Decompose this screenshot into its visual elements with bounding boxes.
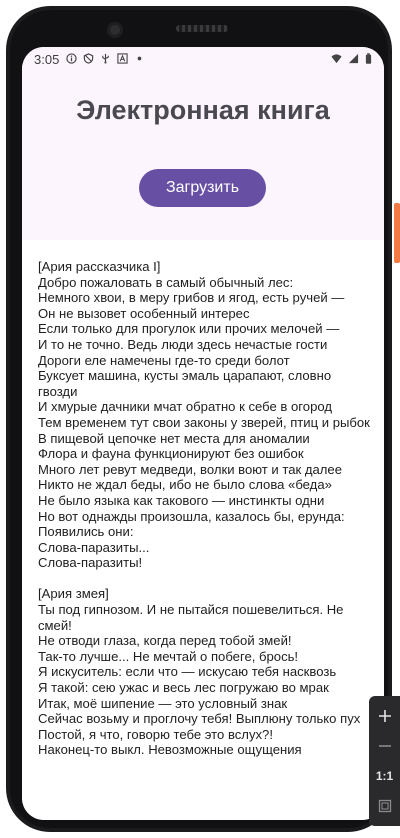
info-icon	[66, 53, 77, 64]
book-text-line: [Ария змея]	[38, 586, 109, 602]
fit-screen-button[interactable]	[369, 792, 400, 820]
phone-side-button	[394, 203, 400, 263]
zoom-out-button[interactable]	[369, 732, 400, 760]
book-text-line: И то не точно. Ведь люди здесь нечастые …	[38, 336, 328, 352]
book-text-line: Сейчас возьму и проглочу тебя! Выплюну т…	[38, 711, 361, 727]
emulator-toolbar: 1:1	[369, 696, 400, 826]
book-text-line: Наконец-то выкл. Невозможные ощущения	[38, 742, 302, 758]
book-text-line	[38, 571, 372, 587]
book-text-line: Добро пожаловать в самый обычный лес:	[38, 274, 294, 290]
book-text-line: Ты под гипнозом. И не пытайся пошевелить…	[38, 602, 348, 633]
device-screen: 3:05 Электронная книга Загрузить [Ария р…	[22, 47, 384, 820]
book-text-line: Я искуситель: если что — искусаю тебя на…	[38, 664, 337, 680]
book-text-line: Я такой: сею ужас и весь лес погружаю во…	[38, 680, 329, 696]
minus-icon	[378, 745, 391, 747]
page-title: Электронная книга	[76, 95, 330, 125]
app-header: Электронная книга Загрузить	[22, 75, 384, 240]
book-text-line: Не отводи глаза, когда перед тобой змей!	[38, 633, 292, 649]
book-text-line: Если только для прогулок или прочих мело…	[38, 321, 340, 337]
book-text-line: Итак, моё шипение — это условный знак	[38, 695, 288, 711]
earpiece-speaker	[176, 25, 228, 32]
zoom-in-button[interactable]	[369, 702, 400, 730]
bottom-inset	[22, 798, 384, 820]
book-text-line: В пищевой цепочке нет места для аномалии	[38, 430, 310, 446]
status-right-icons	[331, 53, 372, 64]
book-text-line: Постой, я что, говорю тебе это вслух?!	[38, 726, 273, 742]
book-text-line: Дороги еле намечены где-то среди болот	[38, 352, 290, 368]
front-camera	[107, 22, 123, 38]
book-text-line: Слова-паразиты!	[38, 555, 143, 571]
plus-icon	[378, 710, 391, 722]
book-text-line: Никто не ждал беды, ибо не было слова «б…	[38, 477, 332, 493]
book-text-line: Он не вызовет особенный интерес	[38, 305, 250, 321]
book-text-line: Флора и фауна функционируют без ошибок	[38, 446, 304, 462]
book-text-line: Буксует машина, кусты эмаль царапают, сл…	[38, 368, 335, 399]
wifi-icon	[331, 54, 342, 64]
fit-screen-icon	[378, 799, 391, 813]
book-text-line: [Ария рассказчика I]	[38, 259, 161, 274]
status-time: 3:05	[34, 52, 60, 67]
usb-icon	[102, 53, 109, 64]
book-text-line: Появились они:	[38, 524, 134, 540]
load-button[interactable]: Загрузить	[139, 169, 266, 207]
book-text-line: И хмурые дачники мчат обратно к себе в о…	[38, 399, 332, 415]
book-text-view[interactable]: [Ария рассказчика I] Добро пожаловать в с…	[38, 259, 372, 799]
cell-signal-icon	[348, 53, 359, 64]
book-text-line: Немного хвои, в меру грибов и ягод, есть…	[38, 290, 345, 306]
book-text-line: Слова-паразиты...	[38, 539, 150, 555]
status-bar: 3:05	[22, 47, 384, 75]
book-text-line: Но вот однажды произошла, казалось бы, е…	[38, 508, 345, 524]
battery-icon	[365, 53, 372, 64]
actual-size-button[interactable]: 1:1	[369, 762, 400, 790]
book-text-line: Много лет ревут медведи, волки воют и та…	[38, 461, 342, 477]
book-text-line: Тем временем тут свои законы у зверей, п…	[38, 414, 370, 430]
a-box-icon	[117, 53, 128, 64]
book-text-line: Не было языка как такового — инстинкты о…	[38, 492, 325, 508]
status-left-icons	[66, 53, 145, 64]
shield-icon	[83, 53, 94, 64]
book-text-line: Так-то лучше... Не мечтай о побеге, брос…	[38, 648, 299, 664]
dot-icon	[137, 56, 142, 61]
